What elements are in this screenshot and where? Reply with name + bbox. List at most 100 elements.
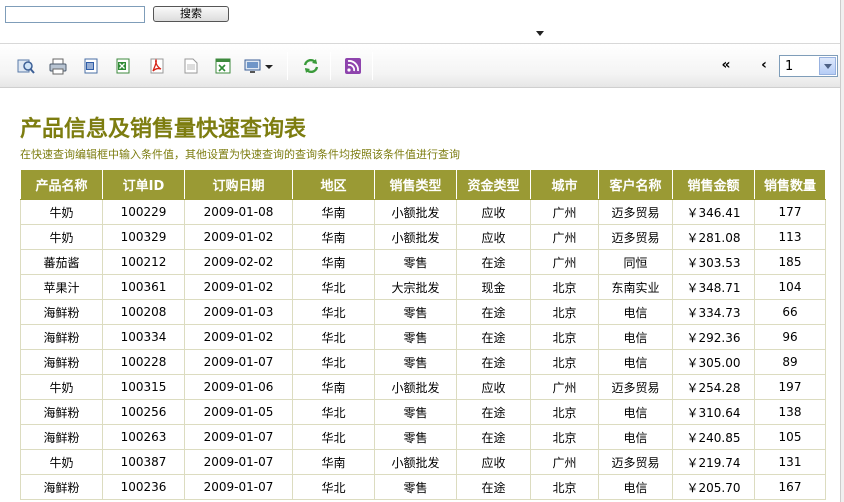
table-cell: 广州 bbox=[530, 224, 599, 250]
table-cell: 零售 bbox=[374, 474, 457, 500]
table-cell: ￥310.64 bbox=[672, 399, 755, 425]
table-cell: 苹果汁 bbox=[20, 274, 103, 300]
column-header[interactable]: 产品名称 bbox=[20, 169, 103, 200]
toolbar-divider bbox=[287, 52, 288, 80]
report-toolbar: « ‹ bbox=[0, 44, 844, 88]
table-cell: 100236 bbox=[102, 474, 185, 500]
table-cell: 100329 bbox=[102, 224, 185, 250]
export-word-icon[interactable] bbox=[82, 57, 100, 75]
table-cell: 在途 bbox=[456, 324, 531, 350]
table-row: 牛奶 100387 2009-01-07 华南 小额批发 应收 广州 迈多贸易 ￥219.74 1… bbox=[20, 449, 826, 475]
table-cell: 华北 bbox=[292, 274, 375, 300]
table-cell: 在途 bbox=[456, 349, 531, 375]
column-header[interactable]: 订购日期 bbox=[184, 169, 293, 200]
query-icon[interactable] bbox=[17, 57, 35, 75]
table-cell: ￥334.73 bbox=[672, 299, 755, 325]
search-input[interactable] bbox=[5, 6, 145, 23]
export-text-icon[interactable] bbox=[182, 57, 200, 75]
table-cell: 零售 bbox=[374, 249, 457, 275]
table-cell: 100263 bbox=[102, 424, 185, 450]
prev-page-button[interactable]: ‹ bbox=[756, 57, 772, 73]
table-row: 海鲜粉 100256 2009-01-05 华北 零售 在途 北京 电信 ￥310.64 138 bbox=[20, 399, 826, 425]
column-header[interactable]: 销售金额 bbox=[672, 169, 755, 200]
table-cell: 北京 bbox=[530, 474, 599, 500]
table-cell: 96 bbox=[754, 324, 826, 350]
table-cell: 2009-01-07 bbox=[184, 349, 293, 375]
table-cell: 2009-02-02 bbox=[184, 249, 293, 275]
table-cell: 东南实业 bbox=[598, 274, 673, 300]
column-header[interactable]: 销售类型 bbox=[374, 169, 457, 200]
table-cell: ￥303.53 bbox=[672, 249, 755, 275]
table-cell: 迈多贸易 bbox=[598, 224, 673, 250]
table-cell: 同恒 bbox=[598, 249, 673, 275]
table-cell: 2009-01-08 bbox=[184, 199, 293, 225]
column-header[interactable]: 订单ID bbox=[102, 169, 185, 200]
print-icon[interactable] bbox=[49, 57, 67, 75]
table-cell: 2009-01-02 bbox=[184, 274, 293, 300]
page-select[interactable]: 1 bbox=[779, 55, 838, 77]
table-cell: 零售 bbox=[374, 424, 457, 450]
table-cell: 迈多贸易 bbox=[598, 449, 673, 475]
table-cell: 2009-01-06 bbox=[184, 374, 293, 400]
table-cell: 牛奶 bbox=[20, 374, 103, 400]
table-cell: 零售 bbox=[374, 324, 457, 350]
window-edge bbox=[840, 0, 844, 502]
page-select-value: 1 bbox=[785, 59, 794, 74]
table-cell: 应收 bbox=[456, 199, 531, 225]
table-cell: 海鲜粉 bbox=[20, 324, 103, 350]
table-row: 牛奶 100229 2009-01-08 华南 小额批发 应收 广州 迈多贸易 ￥346.41 1… bbox=[20, 199, 826, 225]
table-cell: 华北 bbox=[292, 324, 375, 350]
toolbar-divider bbox=[372, 52, 373, 80]
table-cell: 2009-01-05 bbox=[184, 399, 293, 425]
table-cell: 应收 bbox=[456, 374, 531, 400]
search-button[interactable]: 搜索 bbox=[153, 6, 229, 22]
column-header[interactable]: 资金类型 bbox=[456, 169, 531, 200]
table-cell: 广州 bbox=[530, 374, 599, 400]
table-cell: 北京 bbox=[530, 299, 599, 325]
table-row: 海鲜粉 100228 2009-01-07 华北 零售 在途 北京 电信 ￥305.00 89 bbox=[20, 349, 826, 375]
refresh-icon[interactable] bbox=[302, 57, 320, 75]
table-cell: 华北 bbox=[292, 399, 375, 425]
table-cell: 零售 bbox=[374, 399, 457, 425]
table-cell: 100334 bbox=[102, 324, 185, 350]
export-excel-icon[interactable] bbox=[114, 57, 132, 75]
table-cell: ￥205.70 bbox=[672, 474, 755, 500]
table-cell: 2009-01-02 bbox=[184, 324, 293, 350]
table-cell: 电信 bbox=[598, 474, 673, 500]
table-cell: 131 bbox=[754, 449, 826, 475]
table-cell: 华南 bbox=[292, 249, 375, 275]
toolbar-divider bbox=[330, 52, 331, 80]
table-row: 海鲜粉 100263 2009-01-07 华北 零售 在途 北京 电信 ￥240.85 105 bbox=[20, 424, 826, 450]
screen-dropdown-icon[interactable] bbox=[244, 57, 274, 75]
expand-arrow-icon[interactable] bbox=[536, 31, 544, 36]
rss-icon[interactable] bbox=[344, 57, 362, 75]
table-cell: 在途 bbox=[456, 399, 531, 425]
table-cell: 185 bbox=[754, 249, 826, 275]
table-cell: 104 bbox=[754, 274, 826, 300]
table-cell: ￥292.36 bbox=[672, 324, 755, 350]
table-cell: 89 bbox=[754, 349, 826, 375]
table-cell: ￥305.00 bbox=[672, 349, 755, 375]
table-cell: 北京 bbox=[530, 274, 599, 300]
table-cell: 零售 bbox=[374, 349, 457, 375]
table-cell: 应收 bbox=[456, 449, 531, 475]
first-page-button[interactable]: « bbox=[718, 57, 734, 73]
table-cell: 北京 bbox=[530, 349, 599, 375]
column-header[interactable]: 客户名称 bbox=[598, 169, 673, 200]
chevron-down-icon[interactable] bbox=[819, 57, 836, 75]
export-pdf-icon[interactable] bbox=[148, 57, 166, 75]
export-excel-data-icon[interactable] bbox=[214, 57, 232, 75]
column-header[interactable]: 销售数量 bbox=[754, 169, 826, 200]
column-header[interactable]: 地区 bbox=[292, 169, 375, 200]
table-cell: 海鲜粉 bbox=[20, 299, 103, 325]
table-cell: 华北 bbox=[292, 299, 375, 325]
table-cell: 2009-01-07 bbox=[184, 424, 293, 450]
table-cell: ￥240.85 bbox=[672, 424, 755, 450]
table-cell: 迈多贸易 bbox=[598, 374, 673, 400]
table-cell: 138 bbox=[754, 399, 826, 425]
column-header[interactable]: 城市 bbox=[530, 169, 599, 200]
table-cell: 100361 bbox=[102, 274, 185, 300]
table-cell: 华南 bbox=[292, 224, 375, 250]
table-cell: 2009-01-02 bbox=[184, 224, 293, 250]
table-cell: 华南 bbox=[292, 199, 375, 225]
